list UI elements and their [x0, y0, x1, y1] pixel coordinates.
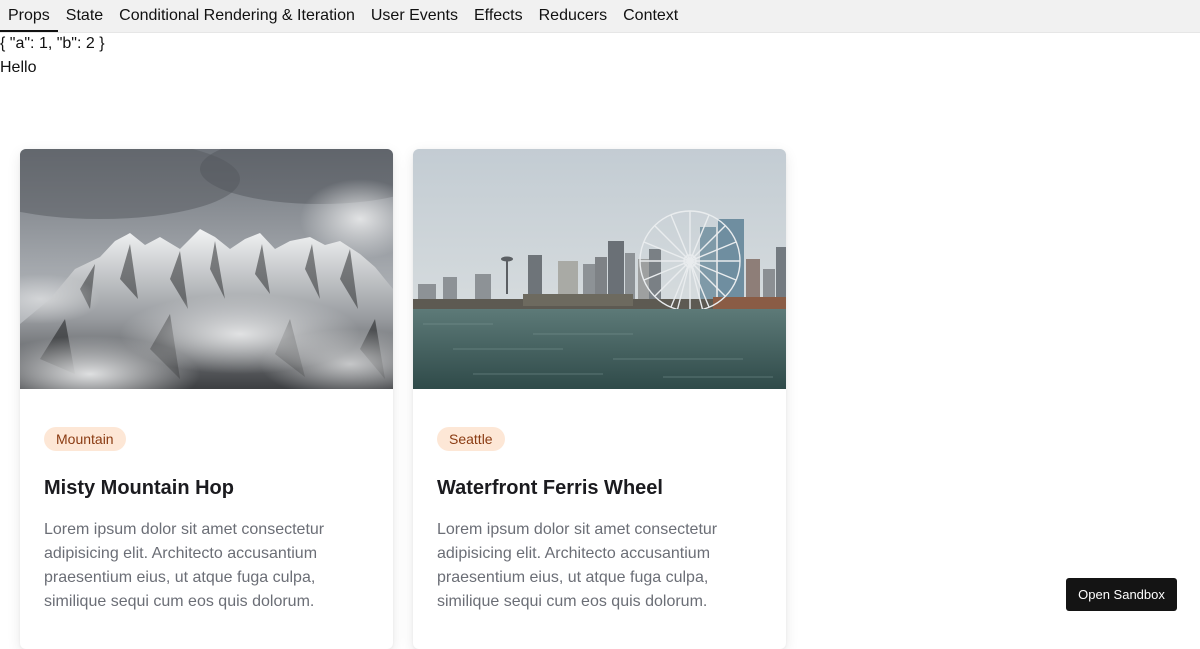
- tab-effects[interactable]: Effects: [466, 0, 531, 31]
- tab-state[interactable]: State: [58, 0, 111, 31]
- card-title: Waterfront Ferris Wheel: [437, 477, 663, 499]
- card-body: Mountain Misty Mountain Hop Lorem ipsum …: [20, 389, 393, 614]
- tab-user-events[interactable]: User Events: [363, 0, 466, 31]
- card-mountain: Mountain Misty Mountain Hop Lorem ipsum …: [20, 149, 393, 649]
- card-description: Lorem ipsum dolor sit amet consectetur a…: [44, 521, 325, 610]
- card-seattle: Seattle Waterfront Ferris Wheel Lorem ip…: [413, 149, 786, 649]
- tab-reducers[interactable]: Reducers: [531, 0, 615, 31]
- props-json-output: { "a": 1, "b": 2 }: [0, 35, 105, 52]
- tab-bar: Props State Conditional Rendering & Iter…: [0, 0, 1200, 33]
- tag-badge: Mountain: [44, 427, 126, 451]
- tab-conditional-rendering[interactable]: Conditional Rendering & Iteration: [111, 0, 363, 31]
- tag-badge: Seattle: [437, 427, 505, 451]
- card-image-seattle: [413, 149, 786, 389]
- card-title: Misty Mountain Hop: [44, 477, 234, 499]
- card-image-mountain: [20, 149, 393, 389]
- tab-context[interactable]: Context: [615, 0, 686, 31]
- card-body: Seattle Waterfront Ferris Wheel Lorem ip…: [413, 389, 786, 614]
- tab-props[interactable]: Props: [0, 0, 58, 32]
- greeting-text: Hello: [0, 59, 37, 76]
- open-sandbox-button[interactable]: Open Sandbox: [1066, 578, 1177, 611]
- card-description: Lorem ipsum dolor sit amet consectetur a…: [437, 521, 718, 610]
